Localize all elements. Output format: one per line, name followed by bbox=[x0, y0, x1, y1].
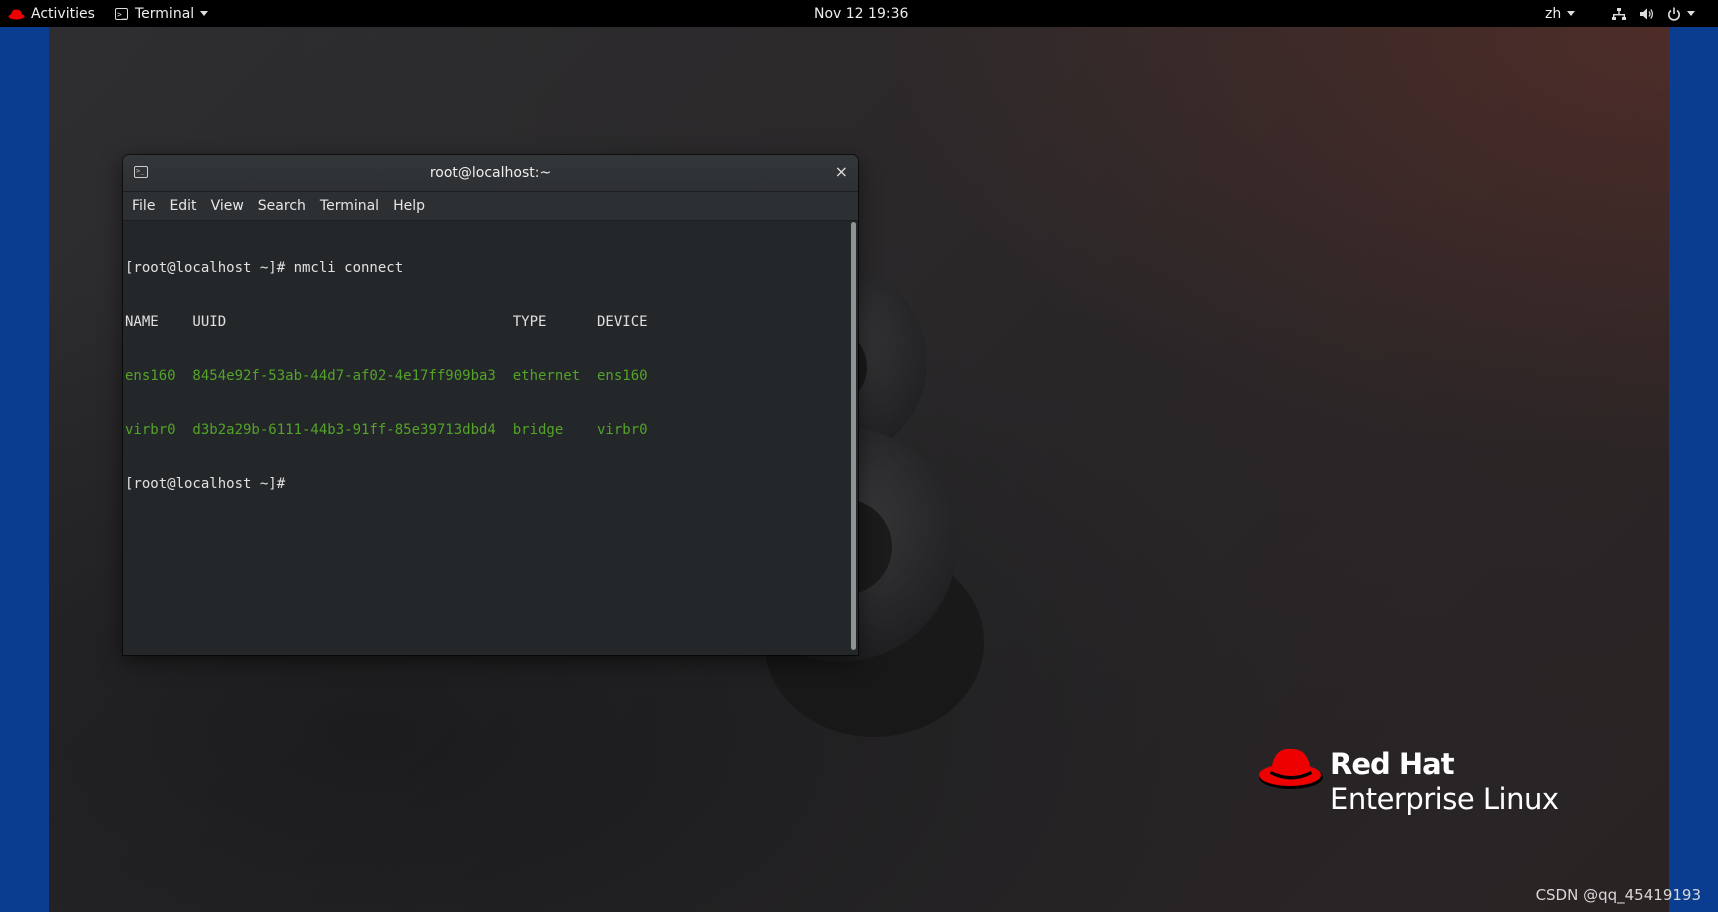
caret-down-icon bbox=[1567, 11, 1576, 16]
language-label: zh bbox=[1545, 5, 1562, 22]
terminal-icon: >_ bbox=[115, 7, 128, 20]
window-title: root@localhost:~ bbox=[429, 165, 552, 181]
caret-down-icon bbox=[1687, 11, 1695, 16]
app-menu-terminal[interactable]: >_ Terminal bbox=[115, 0, 209, 27]
terminal-line-prompt: [root@localhost ~]# bbox=[125, 476, 294, 492]
terminal-line-command: [root@localhost ~]# nmcli connect bbox=[125, 260, 404, 276]
volume-icon bbox=[1640, 8, 1654, 19]
brand-line-2: Enterprise Linux bbox=[1330, 782, 1559, 816]
system-menu[interactable] bbox=[1612, 0, 1695, 27]
network-icon bbox=[1612, 7, 1626, 20]
right-side-bar bbox=[1669, 27, 1718, 912]
menu-help[interactable]: Help bbox=[386, 198, 432, 214]
menu-file[interactable]: File bbox=[123, 198, 162, 214]
top-panel: Activities >_ Terminal Nov 12 19:36 zh bbox=[0, 0, 1718, 27]
terminal-line-header: NAME UUID TYPE DEVICE bbox=[125, 314, 648, 330]
terminal-menu-bar: File Edit View Search Terminal Help bbox=[123, 192, 858, 221]
menu-search[interactable]: Search bbox=[251, 198, 313, 214]
terminal-scrollbar[interactable] bbox=[851, 222, 856, 650]
activities-button[interactable]: Activities bbox=[8, 0, 95, 27]
redhat-hat-icon bbox=[1259, 748, 1323, 789]
clock[interactable]: Nov 12 19:36 bbox=[814, 0, 908, 27]
brand-line-1: Red Hat bbox=[1330, 747, 1455, 781]
input-language-menu[interactable]: zh bbox=[1545, 0, 1576, 27]
caret-down-icon bbox=[200, 11, 209, 16]
watermark: CSDN @qq_45419193 bbox=[1535, 886, 1701, 904]
terminal-window[interactable]: >_ root@localhost:~ × File Edit View Sea… bbox=[123, 155, 858, 655]
app-menu-label: Terminal bbox=[135, 5, 195, 22]
terminal-line-ens160: ens160 8454e92f-53ab-44d7-af02-4e17ff909… bbox=[125, 368, 648, 384]
redhat-hat-icon bbox=[8, 8, 25, 19]
menu-view[interactable]: View bbox=[204, 198, 251, 214]
menu-terminal[interactable]: Terminal bbox=[313, 198, 386, 214]
power-icon bbox=[1668, 7, 1680, 21]
terminal-output[interactable]: [root@localhost ~]# nmcli connect NAME U… bbox=[123, 221, 850, 655]
menu-edit[interactable]: Edit bbox=[162, 198, 203, 214]
terminal-line-virbr0: virbr0 d3b2a29b-6111-44b3-91ff-85e39713d… bbox=[125, 422, 648, 438]
activities-label: Activities bbox=[31, 5, 95, 22]
close-icon[interactable]: × bbox=[835, 155, 848, 189]
redhat-logo: Red Hat Enterprise Linux bbox=[1258, 743, 1559, 816]
left-side-bar bbox=[0, 27, 49, 912]
terminal-title-bar[interactable]: >_ root@localhost:~ × bbox=[123, 155, 858, 192]
